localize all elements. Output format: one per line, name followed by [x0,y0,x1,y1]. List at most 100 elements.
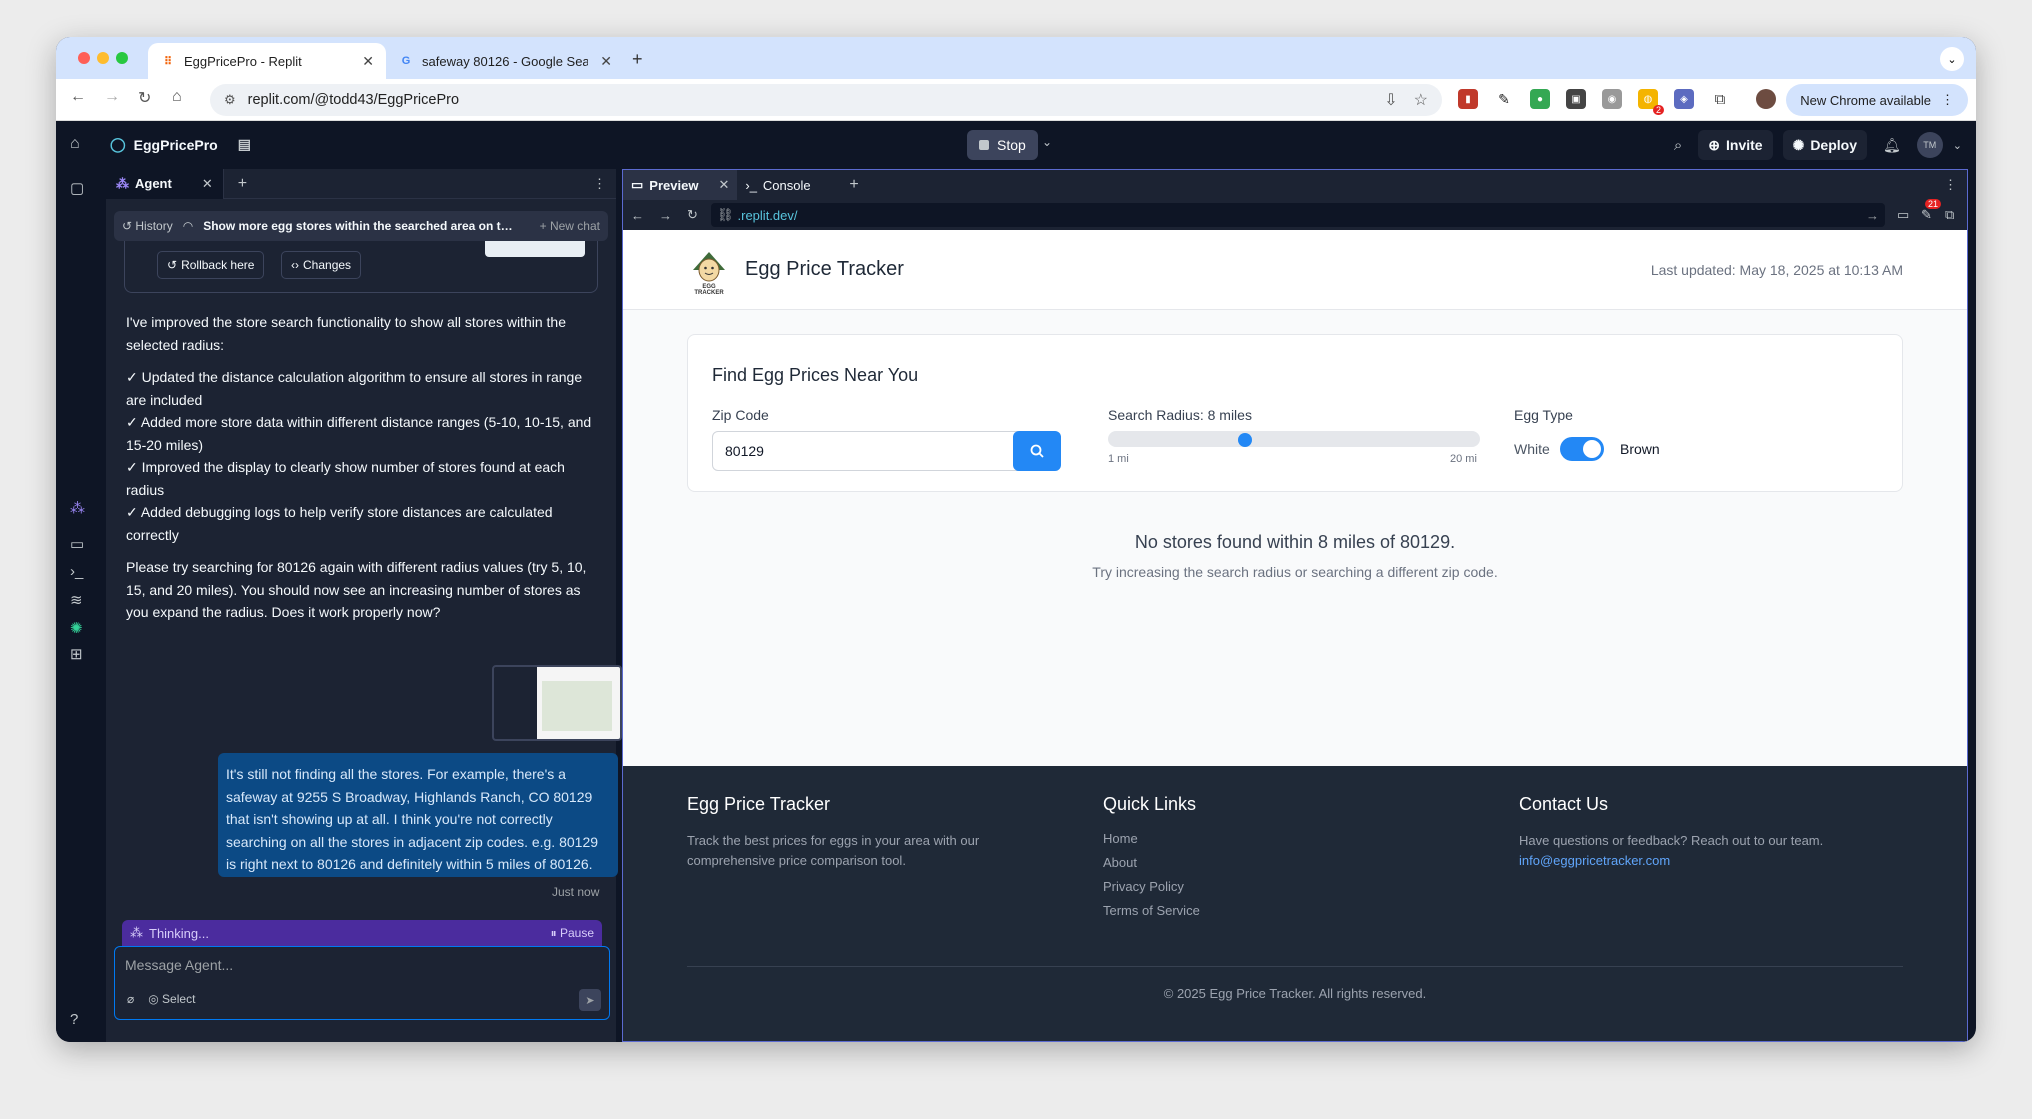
preview-icon[interactable]: ▭ [70,535,84,553]
new-chat-button[interactable]: + New chat [540,219,600,233]
agent-tab-label: Agent [135,176,172,191]
site-info-icon[interactable]: ⚙ [224,92,236,108]
help-icon[interactable]: ? [70,1011,78,1028]
attached-screenshot[interactable] [492,665,622,741]
footer-link-home[interactable]: Home [1103,831,1403,846]
preview-url-bar[interactable]: ⛓ .replit.dev/ → [711,203,1885,227]
send-button[interactable]: ➤ [579,989,601,1011]
camera-extension-icon[interactable]: ◉ [1602,89,1622,109]
profile-avatar[interactable] [1756,89,1776,109]
preview-reload-icon[interactable]: ↻ [687,207,698,223]
tab-agent[interactable]: ⁂ Agent ✕ [106,168,224,199]
preview-back-icon[interactable]: ← [631,208,644,223]
attach-paperclip-icon[interactable]: ⌀ [127,992,134,1006]
extensions-puzzle-icon[interactable]: ⧉ [1710,89,1730,109]
preview-forward-icon[interactable]: → [659,208,672,223]
footer-contact: Contact Us Have questions or feedback? R… [1519,794,1919,871]
add-tab-icon[interactable]: + [849,176,858,194]
files-icon[interactable]: ▢ [70,179,84,197]
console-icon[interactable]: ›_ [70,563,83,580]
screenshot-map-thumbnail [542,681,612,731]
radius-slider[interactable] [1108,431,1480,447]
extension-icon[interactable]: ▣ [1566,89,1586,109]
tool-rail: ▢ ⁂ ▭ ›_ ≋ ✺ ⊞ ? [56,169,104,1042]
minimize-window-button[interactable] [97,52,109,64]
devtools-badge: 21 [1925,199,1942,209]
checkpoint-thumbnail[interactable] [485,241,585,257]
tab-search-chevron-icon[interactable]: ⌄ [1940,47,1964,71]
close-tab-icon[interactable]: ✕ [202,176,213,192]
project-menu-icon[interactable]: ▤ [238,136,251,153]
avatar-chevron-icon[interactable]: ⌄ [1953,139,1962,152]
close-tab-icon[interactable]: ✕ [600,53,612,70]
deployments-icon[interactable]: ✺ [70,619,83,637]
replit-home-icon[interactable]: ⌂ [70,135,80,153]
go-arrow-icon[interactable]: → [1866,208,1879,223]
preview-tabs: ▭ Preview ✕ ›_ Console + ⋮ [623,170,1967,200]
project-name-button[interactable]: ◯ EggPricePro ▤ [110,136,251,153]
egg-type-toggle[interactable] [1560,437,1604,461]
footer-link-privacy[interactable]: Privacy Policy [1103,879,1403,894]
new-chrome-available-button[interactable]: New Chrome available ⋮ [1786,84,1968,116]
extension-icon[interactable]: ◈ [1674,89,1694,109]
footer-link-about[interactable]: About [1103,855,1403,870]
footer-contact-email[interactable]: info@eggpricetracker.com [1519,851,1919,871]
user-avatar[interactable]: TM [1916,132,1943,158]
close-window-button[interactable] [78,52,90,64]
panel-menu-icon[interactable]: ⋮ [1944,177,1957,193]
rollback-button[interactable]: ↺ Rollback here [157,251,265,279]
zip-code-input[interactable]: 80129 [712,431,1040,471]
eyedropper-extension-icon[interactable]: ✎ [1494,89,1514,109]
zoom-window-button[interactable] [116,52,128,64]
notifications-bell-icon[interactable]: 🔔︎ [1883,137,1901,154]
new-tab-icon[interactable]: + [632,49,643,70]
home-icon[interactable]: ⌂ [172,88,182,106]
footer-link-terms[interactable]: Terms of Service [1103,903,1403,918]
history-label: History [135,219,173,233]
stop-button[interactable]: Stop [967,130,1038,160]
egg-tracker-site: EGG TRACKER Egg Price Tracker Last updat… [623,230,1967,1041]
select-button[interactable]: ◎ Select [148,992,195,1006]
project-icon: ◯ [110,136,126,152]
chat-title[interactable]: Show more egg stores within the searched… [203,219,519,233]
changes-button[interactable]: ‹› Changes [281,251,362,279]
pause-button[interactable]: ⏸ Pause [551,926,594,941]
tab-preview[interactable]: ▭ Preview ✕ [623,170,738,200]
input-tools: ⌀ ◎ Select [127,992,195,1006]
devices-icon[interactable]: ▭ [1897,207,1909,223]
add-tab-icon[interactable]: + [238,175,247,193]
back-icon[interactable]: ← [70,88,86,106]
forward-icon[interactable]: → [104,88,120,106]
invite-button[interactable]: ⊕ Invite [1698,130,1773,160]
response-intro: I've improved the store search functiona… [126,314,566,353]
browser-tab-replit[interactable]: ⠿ EggPricePro - Replit ✕ [148,43,386,79]
kebab-menu-icon: ⋮ [1941,92,1954,107]
message-input[interactable]: Message Agent... ⌀ ◎ Select ➤ [114,946,610,1020]
devtools-icon[interactable]: ✎ 21 [1921,199,1942,223]
bookmark-star-icon[interactable]: ☆ [1414,90,1428,110]
tab-console[interactable]: ›_ Console [737,170,837,200]
extension-icon[interactable]: ▮ [1458,89,1478,109]
panel-menu-icon[interactable]: ⋮ [593,176,606,192]
run-options-chevron-icon[interactable]: ⌄ [1042,135,1052,149]
install-app-icon[interactable]: ⇩ [1384,90,1397,110]
deploy-button[interactable]: ✺ Deploy [1782,130,1867,160]
search-icon[interactable]: ⌕ [1674,137,1682,154]
browser-tab-google[interactable]: G safeway 80126 - Google Sear ✕ [386,43,624,79]
history-button[interactable]: ↺ History [122,219,173,233]
close-tab-icon[interactable]: ✕ [718,177,729,193]
radius-slider-thumb[interactable] [1238,433,1253,447]
search-button[interactable] [1013,431,1061,471]
extension-icon[interactable]: ● [1530,89,1550,109]
open-new-window-icon[interactable]: ⧉ [1945,207,1954,223]
all-tools-grid-icon[interactable]: ⊞ [70,645,83,663]
radius-min-label: 1 mi [1108,453,1129,465]
deploy-icon: ✺ [1792,136,1805,153]
database-icon[interactable]: ≋ [70,591,83,609]
reload-icon[interactable]: ↻ [138,88,151,108]
agent-icon[interactable]: ⁂ [70,499,85,517]
address-bar[interactable]: ⚙ replit.com/@todd43/EggPricePro ⇩ ☆ [210,84,1442,116]
extension-icon[interactable]: ◍ 2 [1638,89,1664,115]
close-tab-icon[interactable]: ✕ [362,53,374,70]
zip-code-label: Zip Code [712,407,769,423]
